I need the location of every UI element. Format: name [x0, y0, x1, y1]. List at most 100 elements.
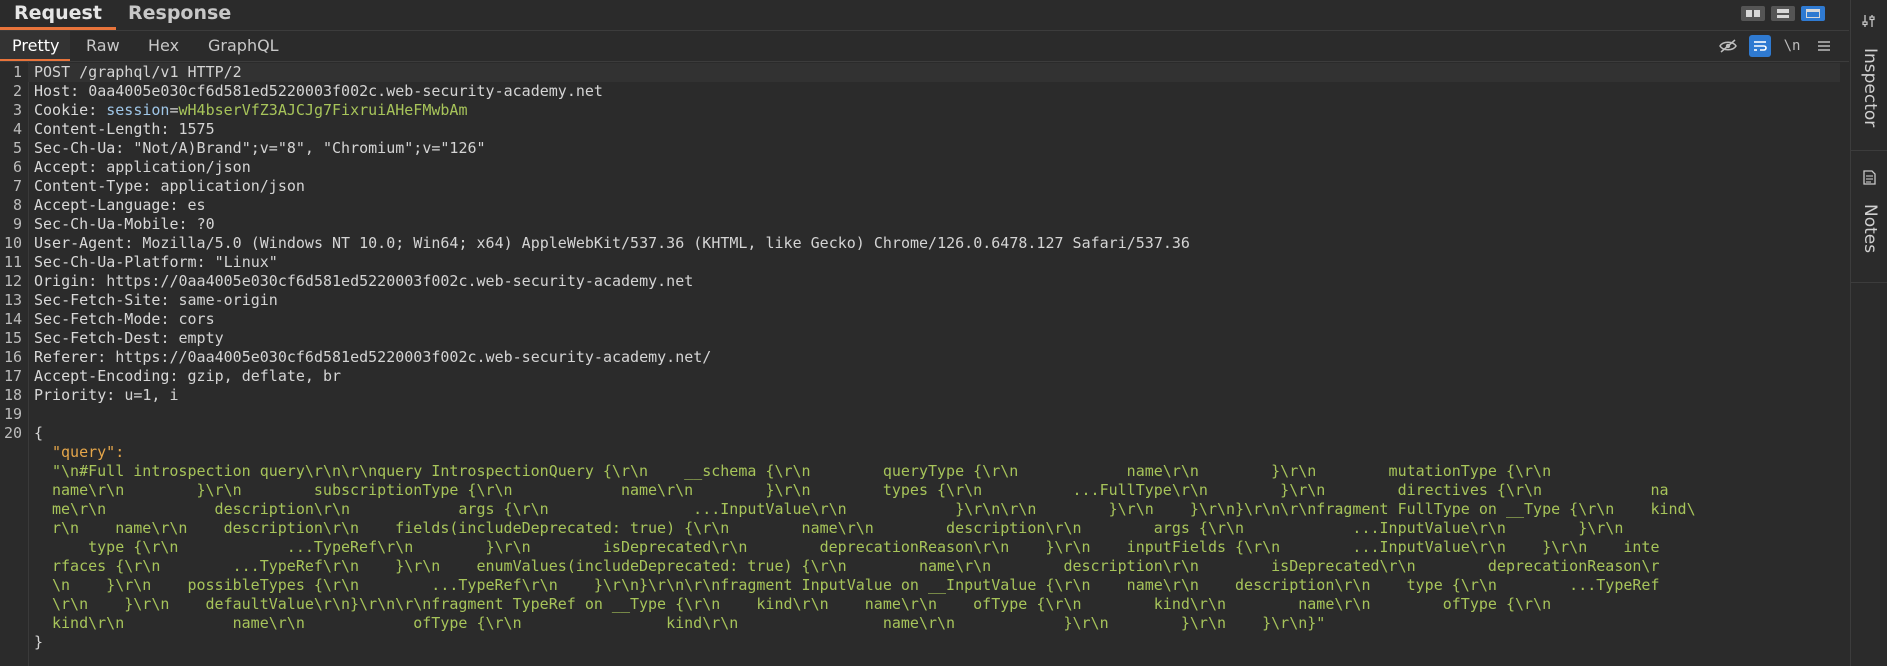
tab-hex[interactable]: Hex: [136, 31, 191, 61]
tab-request[interactable]: Request: [0, 0, 116, 30]
notes-label: Notes: [1860, 204, 1880, 254]
json-query-value: me\r\n description\r\n args {\r\n ...Inp…: [52, 500, 1696, 518]
line-number: 8: [12, 196, 22, 214]
tab-pretty[interactable]: Pretty: [0, 31, 70, 61]
json-query-value: kind\r\n name\r\n ofType {\r\n kind\r\n …: [52, 614, 1326, 632]
line-number: 19: [3, 405, 22, 423]
line-number: 2: [12, 82, 22, 100]
message-editor[interactable]: 1 2 3 4 5 6 7 8 9 10 11 12 13 14 15 16 17 18 19 20 POST /gr…: [0, 62, 1849, 666]
json-query-value: name\r\n }\r\n subscriptionType {\r\n na…: [52, 481, 1669, 499]
header-line[interactable]: Accept-Encoding: gzip, deflate, br: [34, 367, 341, 386]
header-name: Sec-Fetch-Mode: [34, 310, 161, 328]
menu-icon[interactable]: [1813, 35, 1835, 57]
line-number: 5: [12, 139, 22, 157]
inspector-toggle[interactable]: Inspector: [1851, 8, 1887, 138]
header-name: Content-Type: [34, 177, 143, 195]
line-number: 17: [3, 367, 22, 385]
tab-raw[interactable]: Raw: [74, 31, 132, 61]
line-number: 6: [12, 158, 22, 176]
header-value: cors: [178, 310, 215, 328]
cookie-name: session: [106, 101, 170, 119]
split-vertical-icon[interactable]: [1741, 6, 1765, 21]
word-wrap-icon[interactable]: [1749, 35, 1771, 57]
header-line[interactable]: Accept: application/json: [34, 158, 251, 177]
header-line[interactable]: Content-Length: 1575: [34, 120, 215, 139]
line-number: 18: [3, 386, 22, 404]
header-value: ?0: [196, 215, 215, 233]
cookie-value: wH4bserVfZ3AJCJg7FixruiAHeFMwbAm: [178, 101, 468, 119]
header-line[interactable]: Content-Type: application/json: [34, 177, 305, 196]
json-query-value: \r\n }\r\n defaultValue\r\n}\r\n\r\nfrag…: [52, 595, 1552, 613]
header-name: Referer: [34, 348, 98, 366]
header-name: Host: [34, 82, 71, 100]
header-line[interactable]: Priority: u=1, i: [34, 386, 179, 405]
header-value: empty: [178, 329, 224, 347]
request-line[interactable]: POST /graphql/v1 HTTP/2: [28, 63, 1840, 82]
json-close-brace: }: [34, 633, 44, 651]
line-number: 15: [3, 329, 22, 347]
header-line[interactable]: Accept-Language: es: [34, 196, 206, 215]
sliders-icon: [1861, 14, 1877, 30]
show-newlines-icon[interactable]: \n: [1781, 35, 1803, 57]
line-number: 10: [3, 234, 22, 252]
header-name: User-Agent: [34, 234, 125, 252]
line-number: 4: [12, 120, 22, 138]
header-name: Sec-Ch-Ua-Platform: [34, 253, 197, 271]
line-number: 13: [3, 291, 22, 309]
line-number: 16: [3, 348, 22, 366]
header-value: Mozilla/5.0 (Windows NT 10.0; Win64; x64…: [142, 234, 1190, 252]
line-number: 11: [3, 253, 22, 271]
header-line[interactable]: Sec-Fetch-Dest: empty: [34, 329, 224, 348]
tabbed-layout-icon[interactable]: [1801, 6, 1825, 21]
header-name: Accept: [34, 158, 89, 176]
header-line[interactable]: Cookie: session=wH4bserVfZ3AJCJg7FixruiA…: [34, 101, 467, 120]
json-query-value: r\n name\r\n description\r\n fields(incl…: [52, 519, 1624, 537]
header-line[interactable]: Sec-Ch-Ua: "Not/A)Brand";v="8", "Chromiu…: [34, 139, 486, 158]
header-value: u=1, i: [124, 386, 179, 404]
header-line[interactable]: Origin: https://0aa4005e030cf6d581ed5220…: [34, 272, 693, 291]
hide-nonprintable-icon[interactable]: [1717, 35, 1739, 57]
header-value: "Not/A)Brand";v="8", "Chromium";v="126": [133, 139, 486, 157]
sidebar-divider: [1851, 150, 1887, 151]
header-line[interactable]: User-Agent: Mozilla/5.0 (Windows NT 10.0…: [34, 234, 1190, 253]
header-value: https://0aa4005e030cf6d581ed5220003f002c…: [115, 348, 712, 366]
line-number: 1: [12, 63, 22, 81]
json-open-brace: {: [34, 424, 44, 442]
split-horizontal-icon[interactable]: [1771, 6, 1795, 21]
header-line[interactable]: Referer: https://0aa4005e030cf6d581ed522…: [34, 348, 711, 367]
json-query-value: rfaces {\r\n ...TypeRef\r\n }\r\n enumVa…: [52, 557, 1660, 575]
inspector-sidebar: Inspector Notes: [1850, 0, 1887, 666]
sidebar-divider: [1851, 282, 1887, 283]
json-query-value: \n }\r\n possibleTypes {\r\n ...TypeRef\…: [52, 576, 1660, 594]
layout-switcher: [1741, 6, 1825, 21]
header-value: 0aa4005e030cf6d581ed5220003f002c.web-sec…: [88, 82, 603, 100]
header-value: same-origin: [178, 291, 278, 309]
inspector-label: Inspector: [1860, 48, 1880, 128]
tab-graphql[interactable]: GraphQL: [196, 31, 291, 61]
header-name: Priority: [34, 386, 107, 404]
header-name: Origin: [34, 272, 89, 290]
header-name: Sec-Ch-Ua-Mobile: [34, 215, 179, 233]
request-editor-panel: Request Response Pretty Raw Hex GraphQL …: [0, 0, 1849, 666]
line-number: 20: [3, 424, 22, 442]
line-number-gutter: 1 2 3 4 5 6 7 8 9 10 11 12 13 14 15 16 17 18 19 20: [0, 62, 29, 666]
header-line[interactable]: Sec-Ch-Ua-Mobile: ?0: [34, 215, 215, 234]
header-value: https://0aa4005e030cf6d581ed5220003f002c…: [106, 272, 694, 290]
header-value: "Linux": [214, 253, 278, 271]
notes-toggle[interactable]: Notes: [1851, 160, 1887, 270]
header-line[interactable]: Sec-Ch-Ua-Platform: "Linux": [34, 253, 278, 272]
line-number: 9: [12, 215, 22, 233]
header-line[interactable]: Sec-Fetch-Mode: cors: [34, 310, 215, 329]
header-name: Accept-Language: [34, 196, 170, 214]
line-number: 14: [3, 310, 22, 328]
header-line[interactable]: Sec-Fetch-Site: same-origin: [34, 291, 278, 310]
json-key-query: "query":: [52, 443, 125, 461]
editor-toolbar: \n: [1717, 35, 1835, 57]
line-number: 12: [3, 272, 22, 290]
header-line[interactable]: Host: 0aa4005e030cf6d581ed5220003f002c.w…: [34, 82, 603, 101]
header-value: gzip, deflate, br: [187, 367, 342, 385]
header-value: application/json: [106, 158, 251, 176]
tab-response[interactable]: Response: [114, 0, 245, 30]
note-icon: [1861, 170, 1877, 186]
header-name: Sec-Fetch-Dest: [34, 329, 161, 347]
